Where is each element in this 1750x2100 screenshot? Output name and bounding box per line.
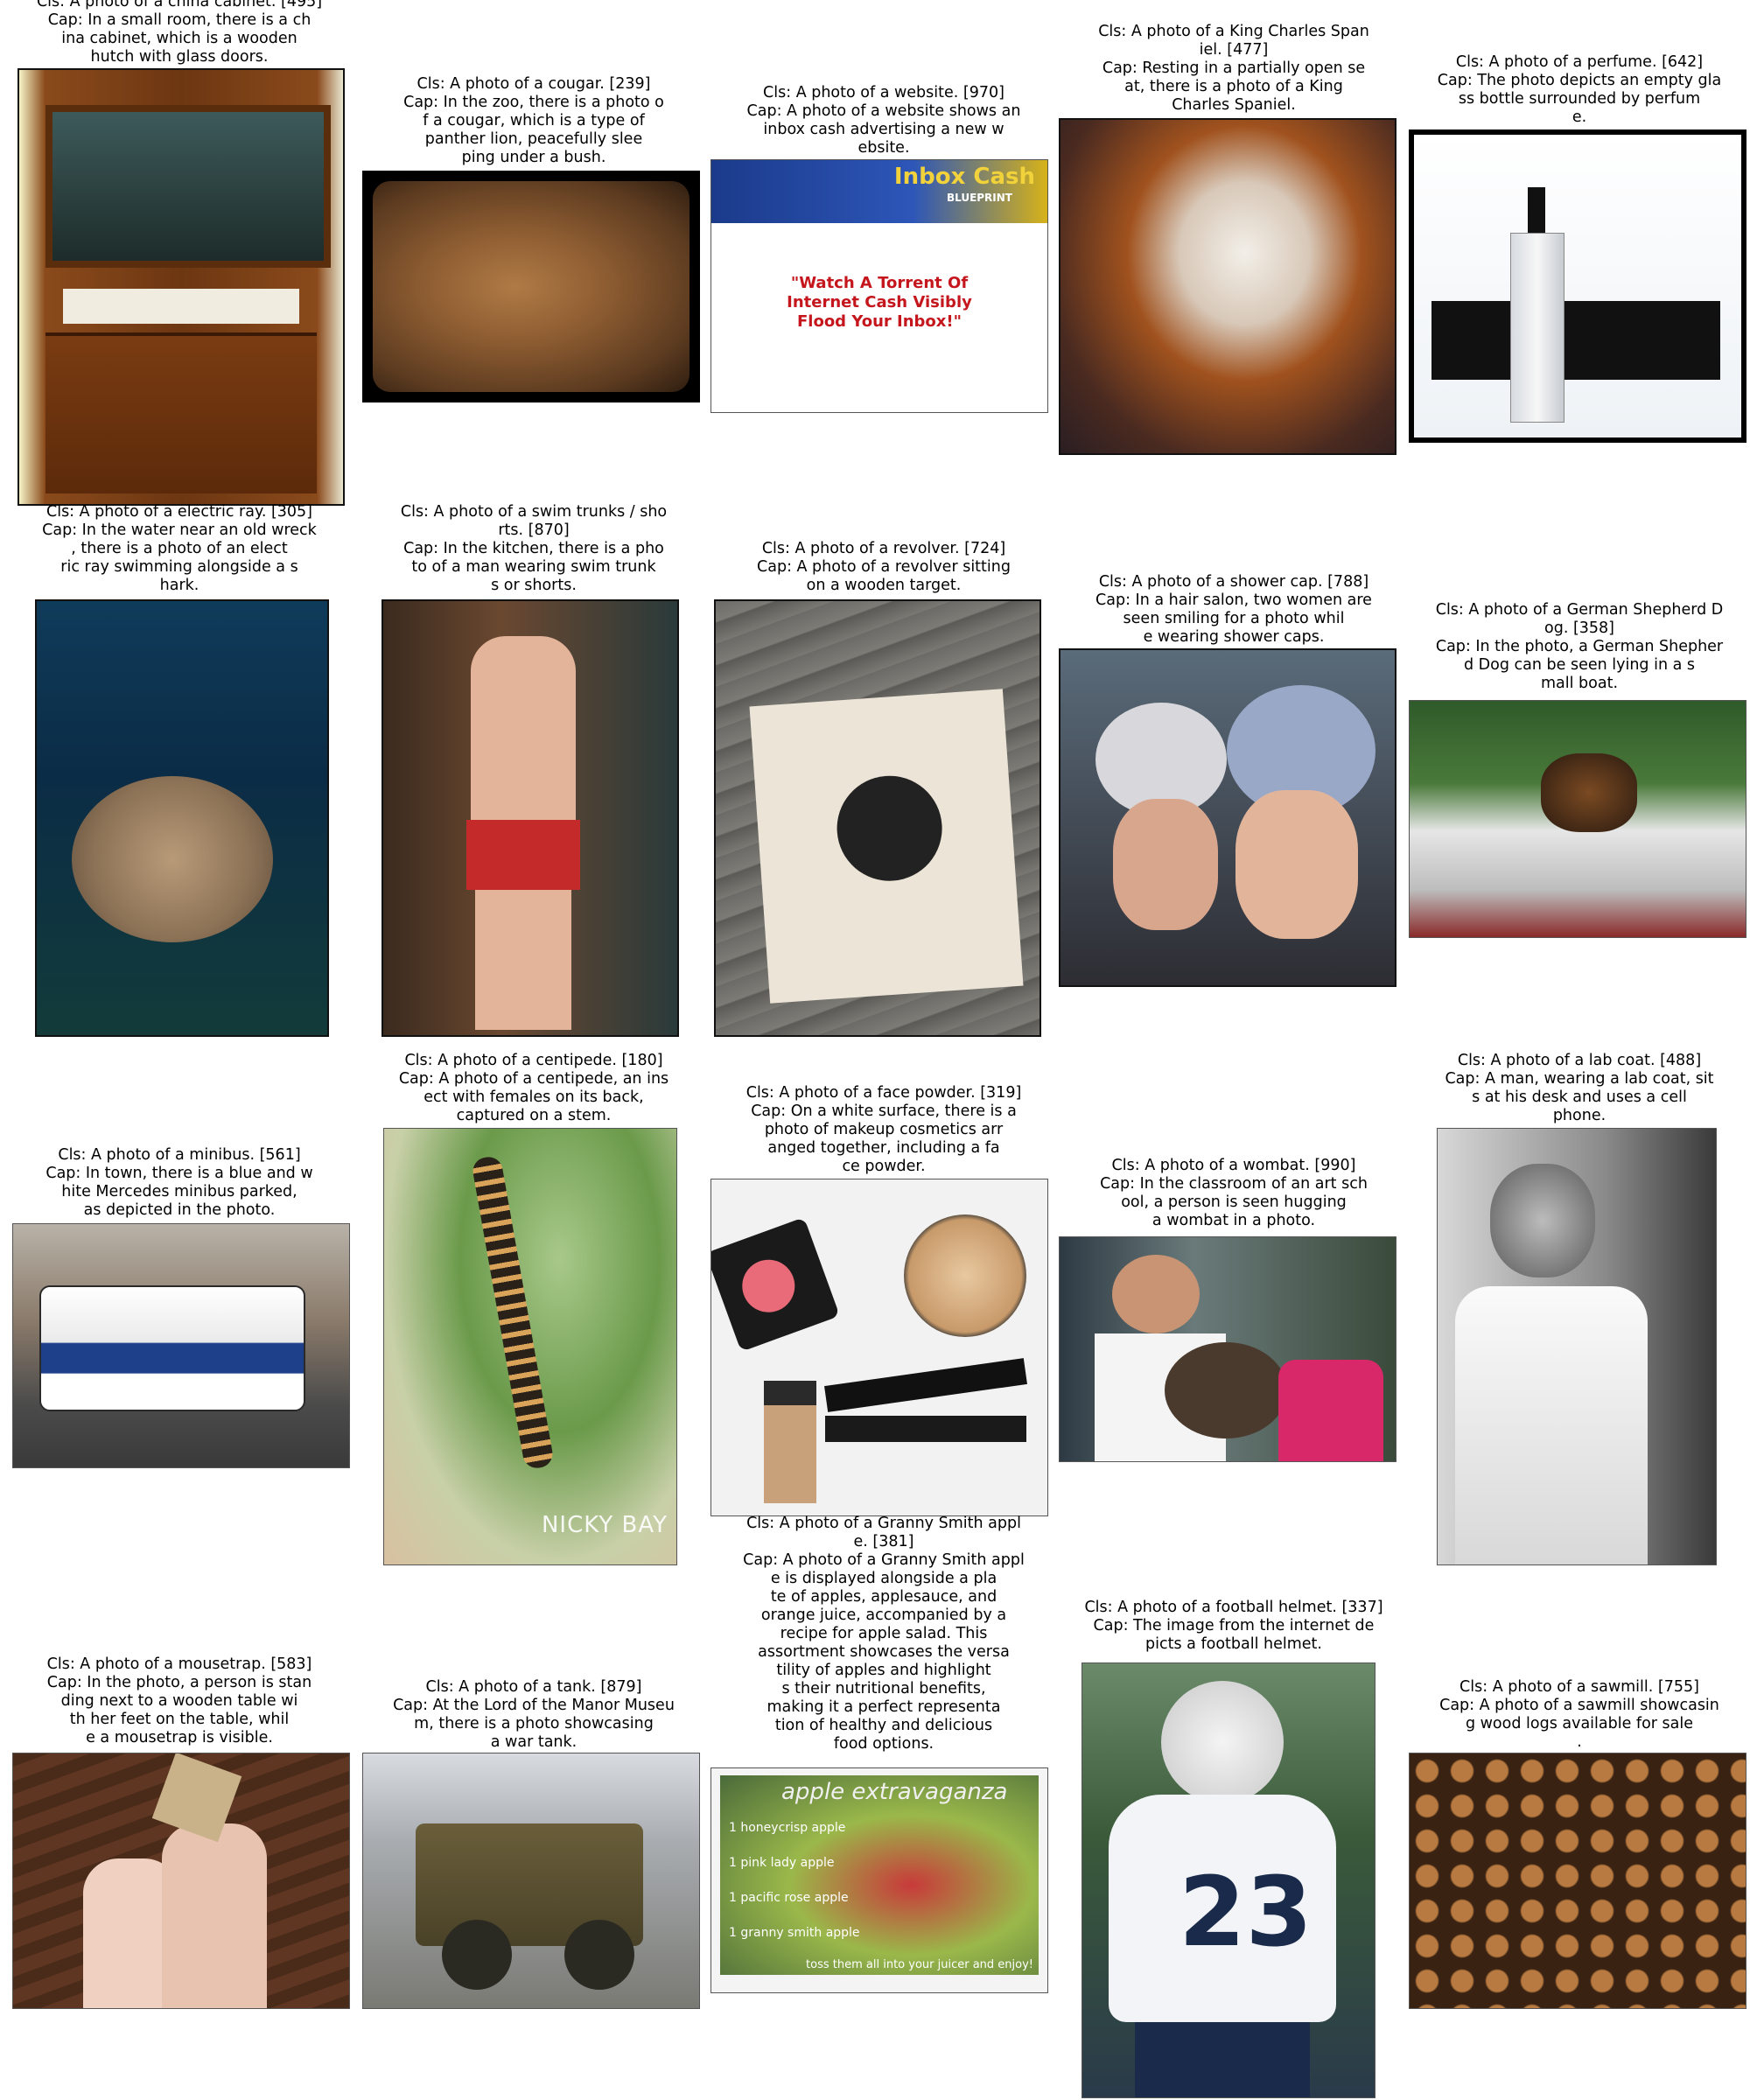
photo-cougar bbox=[362, 171, 700, 402]
photo-electric-ray bbox=[35, 599, 329, 1037]
photo-perfume bbox=[1409, 130, 1746, 443]
photo-face-powder bbox=[710, 1179, 1048, 1516]
grid-cell: Cls: A photo of a swim trunks / sho rts. … bbox=[359, 503, 709, 1054]
caption: Cls: A photo of a sawmill. [755] Cap: A p… bbox=[1439, 1678, 1719, 1751]
grid-cell: Cls: A photo of a minibus. [561] Cap: In … bbox=[0, 1046, 359, 1579]
recipe-item: 1 pacific rose apple bbox=[729, 1891, 849, 1905]
caption: Cls: A photo of a King Charles Span iel. … bbox=[1098, 23, 1369, 114]
photo-granny-smith-apple: apple extravaganza 1 honeycrisp apple 1 … bbox=[710, 1768, 1048, 1993]
grid-cell: Cls: A photo of a mousetrap. [583] Cap: I… bbox=[0, 1514, 359, 2100]
caption: Cls: A photo of a perfume. [642] Cap: The… bbox=[1437, 53, 1722, 126]
caption: Cls: A photo of a Granny Smith appl e. [3… bbox=[743, 1515, 1025, 1753]
photo-website: Inbox Cash BLUEPRINT "Watch A Torrent Of… bbox=[710, 159, 1048, 413]
photo-wombat bbox=[1059, 1236, 1396, 1462]
grid-cell: Cls: A photo of a German Shepherd Dog. [… bbox=[1409, 503, 1750, 1054]
grid-cell: Cls: A photo of a King Charles Span iel. … bbox=[1059, 0, 1409, 508]
recipe-item: 1 pink lady apple bbox=[729, 1856, 835, 1870]
grid-cell: Cls: A photo of a electric ray. [305] Cap… bbox=[0, 503, 359, 1054]
caption: Cls: A photo of a revolver. [724] Cap: A … bbox=[757, 540, 1011, 594]
photo-lab-coat bbox=[1437, 1128, 1717, 1565]
caption: Cls: A photo of a tank. [879] Cap: At the… bbox=[393, 1678, 675, 1751]
grid-cell: Cls: A photo of a cougar. [239] Cap: In t… bbox=[359, 0, 709, 508]
photo-mousetrap bbox=[12, 1753, 350, 2009]
photo-minibus bbox=[12, 1223, 350, 1468]
caption: Cls: A photo of a swim trunks / sho rts. … bbox=[400, 503, 668, 594]
caption: Cls: A photo of a website. [970] Cap: A p… bbox=[746, 84, 1021, 157]
grid-cell: Cls: A photo of a website. [970] Cap: A p… bbox=[709, 0, 1059, 508]
photo-centipede: NICKY BAY bbox=[383, 1128, 677, 1565]
caption: Cls: A photo of a football helmet. [337]… bbox=[1084, 1599, 1383, 1653]
caption: Cls: A photo of a centipede. [180] Cap: A… bbox=[398, 1052, 669, 1124]
photo-king-charles-spaniel bbox=[1059, 118, 1396, 455]
caption: Cls: A photo of a lab coat. [488] Cap: A … bbox=[1445, 1052, 1714, 1124]
grid-cell: Cls: A photo of a china cabinet. [495] Ca… bbox=[0, 0, 359, 508]
caption: Cls: A photo of a face powder. [319] Cap:… bbox=[746, 1084, 1022, 1175]
photo-revolver bbox=[714, 599, 1041, 1037]
photo-football-helmet: 23 bbox=[1082, 1662, 1376, 2098]
caption: Cls: A photo of a wombat. [990] Cap: In t… bbox=[1100, 1157, 1368, 1229]
caption: Cls: A photo of a china cabinet. [495] Ca… bbox=[36, 0, 323, 66]
caption: Cls: A photo of a electric ray. [305] Cap… bbox=[42, 503, 317, 594]
photo-shower-cap bbox=[1059, 648, 1396, 987]
caption: Cls: A photo of a shower cap. [788] Cap: … bbox=[1096, 573, 1372, 646]
website-headline: "Watch A Torrent Of Internet Cash Visibl… bbox=[787, 274, 972, 331]
grid-cell: Cls: A photo of a sawmill. [755] Cap: A p… bbox=[1409, 1514, 1750, 2100]
photo-tank bbox=[362, 1753, 700, 2009]
jersey-number: 23 bbox=[1179, 1856, 1313, 1968]
caption: Cls: A photo of a mousetrap. [583] Cap: I… bbox=[46, 1656, 312, 1746]
banner-subtitle: BLUEPRINT bbox=[946, 192, 1012, 204]
grid-cell: Cls: A photo of a tank. [879] Cap: At the… bbox=[359, 1514, 709, 2100]
grid-cell: Cls: A photo of a centipede. [180] Cap: A… bbox=[359, 1046, 709, 1579]
photo-german-shepherd bbox=[1409, 700, 1746, 938]
grid-cell: Cls: A photo of a shower cap. [788] Cap: … bbox=[1059, 503, 1409, 1054]
grid-cell: Cls: A photo of a wombat. [990] Cap: In t… bbox=[1059, 1046, 1409, 1579]
grid-cell: Cls: A photo of a perfume. [642] Cap: The… bbox=[1409, 0, 1750, 508]
banner-title: Inbox Cash bbox=[893, 164, 1035, 190]
photo-china-cabinet bbox=[18, 68, 345, 506]
recipe-item: toss them all into your juicer and enjoy… bbox=[806, 1958, 1033, 1971]
grid-cell: Cls: A photo of a football helmet. [337]… bbox=[1059, 1514, 1409, 2100]
grid-cell: Cls: A photo of a revolver. [724] Cap: A … bbox=[709, 503, 1059, 1054]
recipe-item: 1 honeycrisp apple bbox=[729, 1821, 846, 1835]
grid-cell: Cls: A photo of a Granny Smith appl e. [3… bbox=[709, 1514, 1059, 2100]
recipe-item: 1 granny smith apple bbox=[729, 1926, 860, 1940]
caption: Cls: A photo of a cougar. [239] Cap: In t… bbox=[403, 75, 664, 166]
caption: Cls: A photo of a minibus. [561] Cap: In … bbox=[46, 1146, 313, 1219]
grid-cell: Cls: A photo of a lab coat. [488] Cap: A … bbox=[1409, 1046, 1750, 1579]
photo-swim-trunks bbox=[382, 599, 679, 1037]
grid-cell: Cls: A photo of a face powder. [319] Cap:… bbox=[709, 1046, 1059, 1579]
recipe-title: apple extravaganza bbox=[781, 1779, 1008, 1805]
caption: Cls: A photo of a German Shepherd Dog. [… bbox=[1435, 601, 1724, 692]
photo-sawmill bbox=[1409, 1753, 1746, 2009]
